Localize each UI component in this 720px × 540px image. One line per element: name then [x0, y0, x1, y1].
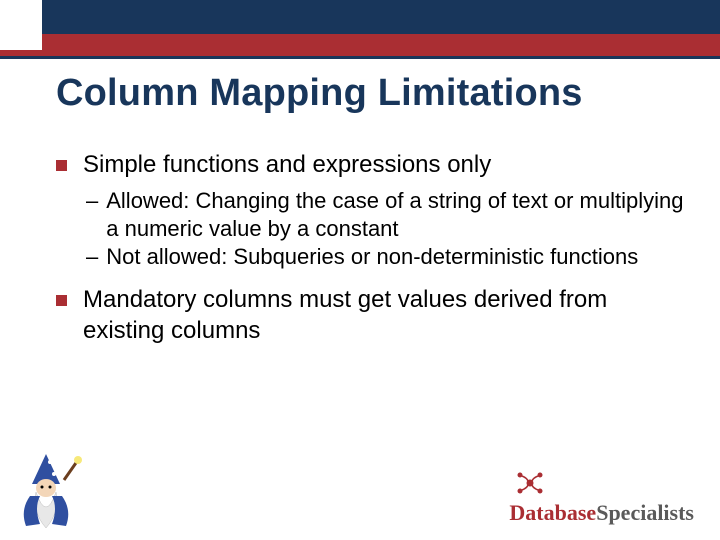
logo-text-part2: Specialists: [596, 500, 694, 525]
logo-text-part1: Database: [509, 500, 596, 525]
slide-title: Column Mapping Limitations: [56, 72, 700, 115]
header-navy: [0, 0, 720, 34]
bullet-text: Simple functions and expressions only: [83, 150, 692, 181]
sub-text: Allowed: Changing the case of a string o…: [106, 187, 692, 243]
square-bullet-icon: [56, 160, 67, 171]
sub-text: Not allowed: Subqueries or non-determini…: [106, 243, 692, 271]
bullet-item: Simple functions and expressions only: [56, 150, 692, 181]
logo-mark-icon: [513, 469, 547, 497]
sub-item: – Not allowed: Subqueries or non-determi…: [86, 243, 692, 271]
wizard-icon: [10, 452, 82, 532]
header-notch: [0, 0, 42, 50]
bullet-item: Mandatory columns must get values derive…: [56, 285, 692, 346]
header-navy-line: [0, 56, 720, 59]
bullet-text: Mandatory columns must get values derive…: [83, 285, 692, 346]
footer-logo: DatabaseSpecialists: [509, 469, 694, 526]
dash-icon: –: [86, 243, 98, 271]
dash-icon: –: [86, 187, 98, 215]
logo-text: DatabaseSpecialists: [509, 500, 694, 526]
square-bullet-icon: [56, 295, 67, 306]
header-red-stripe: [0, 34, 720, 56]
content-area: Simple functions and expressions only – …: [56, 150, 692, 353]
header-band: [0, 0, 720, 58]
sub-item: – Allowed: Changing the case of a string…: [86, 187, 692, 243]
sub-list: – Allowed: Changing the case of a string…: [86, 187, 692, 271]
